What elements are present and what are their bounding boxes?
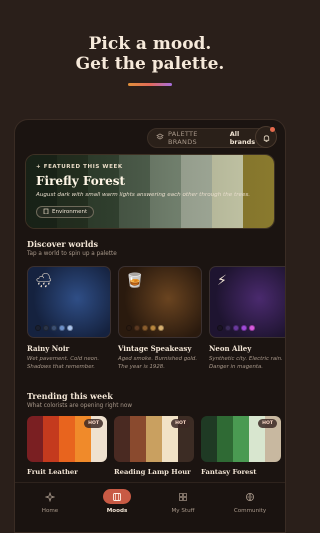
- trending-name: Reading Lamp Hour: [114, 468, 191, 476]
- nav-home[interactable]: Home: [23, 489, 77, 527]
- swatch-dot: [67, 325, 73, 331]
- world-thumbnail: ⚡: [209, 266, 285, 338]
- trending-name: Fantasy Forest: [201, 468, 257, 476]
- swatch-dot: [241, 325, 247, 331]
- accent-bar: [128, 83, 172, 86]
- swatch-dot: [249, 325, 255, 331]
- world-description: Synthetic city. Electric rain. Danger in…: [209, 356, 283, 370]
- world-swatches: [217, 325, 255, 331]
- world-description: Wet pavement. Cold neon. Shadows that re…: [27, 356, 100, 370]
- trending-palette: HOT: [114, 416, 194, 462]
- nav-my-stuff[interactable]: My Stuff: [156, 489, 210, 527]
- app-screen: PALETTE BRANDS All brands ⌄ + FEATURED T…: [14, 119, 286, 533]
- palette-swatch: [59, 416, 75, 462]
- swatch-dot: [35, 325, 41, 331]
- world-swatches: [35, 325, 73, 331]
- swatch-dot: [43, 325, 49, 331]
- hero: Pick a mood. Get the palette.: [0, 0, 300, 120]
- building-icon: [43, 208, 49, 216]
- swatch-dot: [142, 325, 148, 331]
- nav-home-label: Home: [41, 508, 59, 514]
- world-name: Rainy Noir: [27, 344, 70, 353]
- palette-swatch: [217, 416, 233, 462]
- grid-icon: [169, 489, 197, 504]
- hero-title-line2: Get the palette.: [75, 54, 225, 74]
- bell-icon: [262, 128, 271, 147]
- world-card[interactable]: 🥃 Vintage Speakeasy Aged smoke. Burnished …: [118, 266, 202, 371]
- world-name: Vintage Speakeasy: [118, 344, 192, 353]
- nav-moods[interactable]: Moods: [90, 489, 144, 527]
- cloud-rain-icon: 🌧: [35, 273, 53, 289]
- chip-label: Environment: [52, 209, 88, 215]
- swatch-dot: [158, 325, 164, 331]
- swatch-dot: [233, 325, 239, 331]
- swatch-dot: [217, 325, 223, 331]
- film-icon: [103, 489, 131, 504]
- hero-title-line1: Pick a mood.: [88, 34, 212, 54]
- palette-swatch: [114, 416, 130, 462]
- world-name: Neon Alley: [209, 344, 252, 353]
- world-thumbnail: 🥃: [118, 266, 202, 338]
- swatch-dot: [134, 325, 140, 331]
- hot-badge: HOT: [84, 419, 103, 428]
- nav-moods-label: Moods: [106, 508, 128, 514]
- nav-community-label: Community: [233, 508, 267, 514]
- trending-palette: HOT: [201, 416, 281, 462]
- whiskey-glass-icon: 🥃: [126, 273, 144, 289]
- palette-swatch: [146, 416, 162, 462]
- palette-swatch: [27, 416, 43, 462]
- trending-title: Trending this week: [27, 391, 113, 401]
- trending-card[interactable]: HOT Fruit Leather: [27, 416, 107, 476]
- swatch-dot: [225, 325, 231, 331]
- featured-card[interactable]: + FEATURED THIS WEEK Firefly Forest Augu…: [25, 154, 275, 229]
- hot-badge: HOT: [171, 419, 190, 428]
- world-description: Aged smoke. Burnished gold. The year is …: [118, 356, 198, 370]
- discover-title: Discover worlds: [27, 239, 98, 249]
- trending-carousel[interactable]: HOT Fruit Leather HOT Reading Lamp Hour HOT F…: [27, 416, 285, 486]
- hot-badge: HOT: [258, 419, 277, 428]
- featured-description: August dark with small warm lights answe…: [36, 192, 251, 198]
- environment-chip[interactable]: Environment: [36, 206, 95, 218]
- world-card[interactable]: 🌧 Rainy Noir Wet pavement. Cold neon. Shad…: [27, 266, 111, 371]
- layers-icon: [156, 133, 164, 143]
- brand-filter-label: PALETTE BRANDS: [168, 130, 198, 146]
- trending-palette: HOT: [27, 416, 107, 462]
- palette-swatch: [130, 416, 146, 462]
- palette-swatch: [233, 416, 249, 462]
- trending-name: Fruit Leather: [27, 468, 78, 476]
- world-thumbnail: 🌧: [27, 266, 111, 338]
- featured-tag: + FEATURED THIS WEEK: [36, 164, 123, 170]
- swatch-dot: [150, 325, 156, 331]
- lightning-icon: ⚡: [217, 273, 227, 289]
- nav-my-stuff-label: My Stuff: [171, 508, 195, 514]
- featured-title: Firefly Forest: [36, 174, 126, 188]
- notification-dot: [270, 127, 275, 132]
- palette-swatch: [43, 416, 59, 462]
- swatch-dot: [51, 325, 57, 331]
- world-card[interactable]: ⚡ Neon Alley Synthetic city. Electric rain…: [209, 266, 285, 371]
- swatch-dot: [126, 325, 132, 331]
- sparkle-icon: [36, 489, 64, 504]
- trending-card[interactable]: HOT Reading Lamp Hour: [114, 416, 194, 476]
- bottom-nav: Home Moods My Stuff Community: [15, 482, 285, 532]
- swatch-dot: [59, 325, 65, 331]
- palette-swatch: [201, 416, 217, 462]
- globe-icon: [236, 489, 264, 504]
- discover-subtitle: Tap a world to spin up a palette: [27, 251, 117, 257]
- trending-card[interactable]: HOT Fantasy Forest: [201, 416, 281, 476]
- worlds-carousel[interactable]: 🌧 Rainy Noir Wet pavement. Cold neon. Shad…: [27, 266, 285, 376]
- trending-subtitle: What colorists are opening right now: [27, 403, 133, 409]
- nav-community[interactable]: Community: [223, 489, 277, 527]
- world-swatches: [126, 325, 164, 331]
- notifications-button[interactable]: [255, 126, 277, 148]
